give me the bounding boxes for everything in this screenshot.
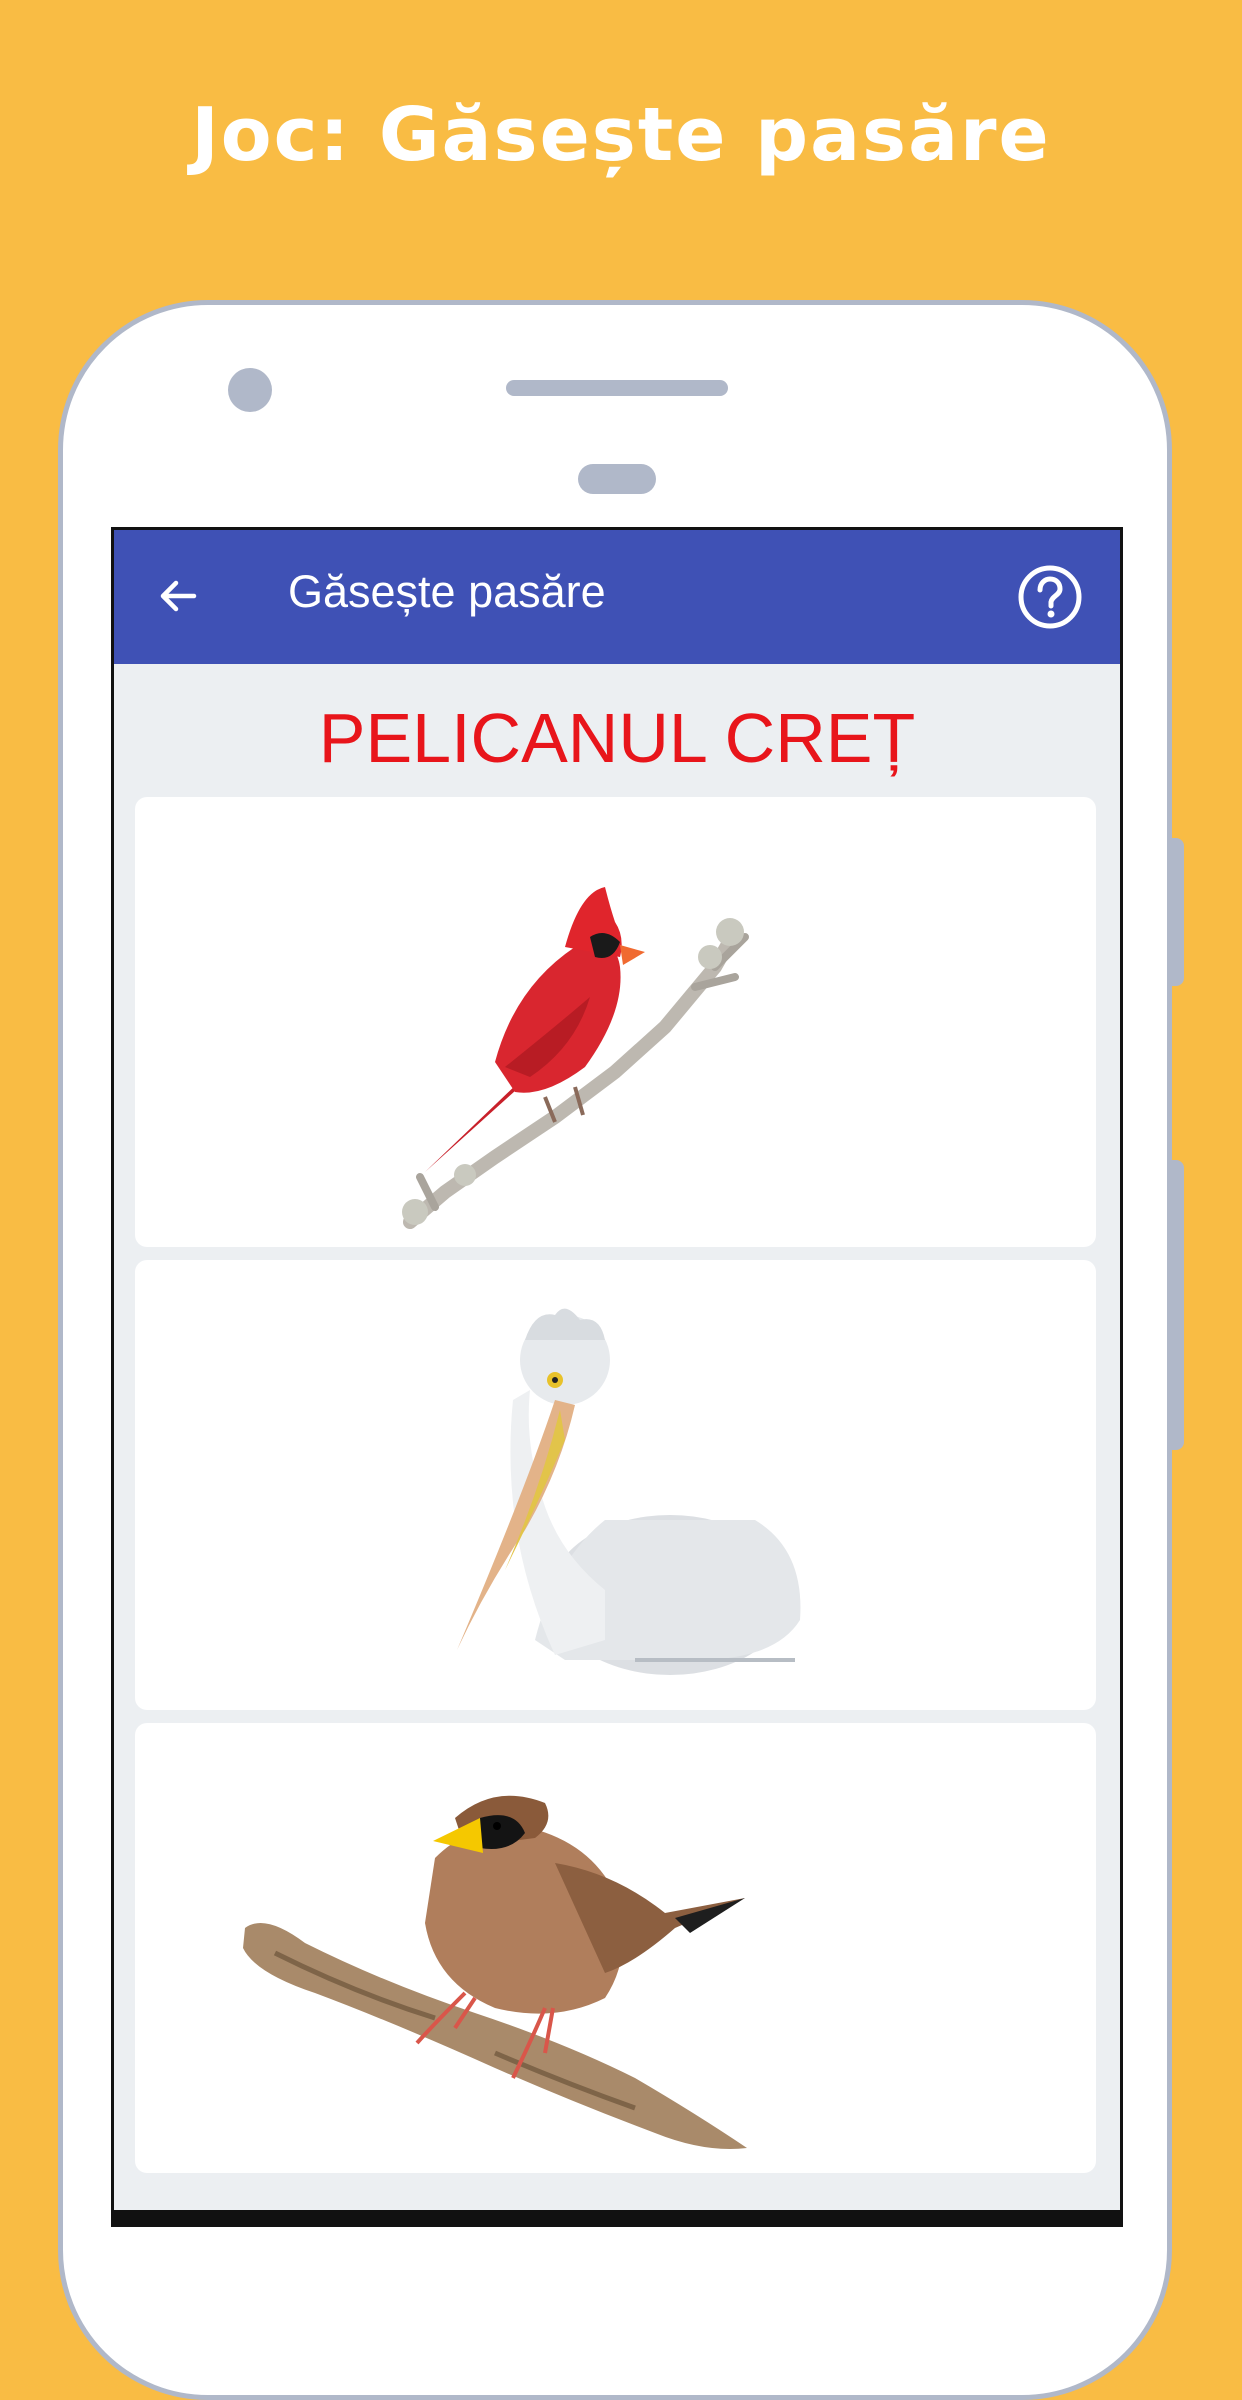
app-bar: Găsește pasăre — [114, 530, 1120, 664]
phone-speaker — [506, 380, 728, 396]
answer-option-cardinal[interactable] — [135, 797, 1096, 1247]
phone-camera — [228, 368, 272, 412]
cardinal-bird-image — [402, 887, 749, 1229]
phone-power-button — [1170, 1160, 1184, 1450]
question-text: PELICANUL CREȚ — [318, 699, 916, 777]
pelican-bird-image — [457, 1308, 801, 1675]
help-circle-icon[interactable] — [1017, 564, 1083, 630]
arrow-left-icon[interactable] — [154, 572, 202, 620]
answer-option-pelican[interactable] — [135, 1260, 1096, 1710]
phone-sensor — [578, 464, 656, 494]
promo-title: Joc: Găsește pasăre — [191, 92, 1051, 178]
app-bar-title: Găsește pasăre — [288, 566, 606, 617]
navigation-bar — [114, 2210, 1120, 2224]
app-screen: Găsește pasăre PELICANUL CREȚ — [111, 527, 1123, 2227]
answer-option-finch[interactable] — [135, 1723, 1096, 2173]
finch-bird-image — [243, 1795, 747, 2149]
phone-volume-button — [1170, 838, 1184, 986]
